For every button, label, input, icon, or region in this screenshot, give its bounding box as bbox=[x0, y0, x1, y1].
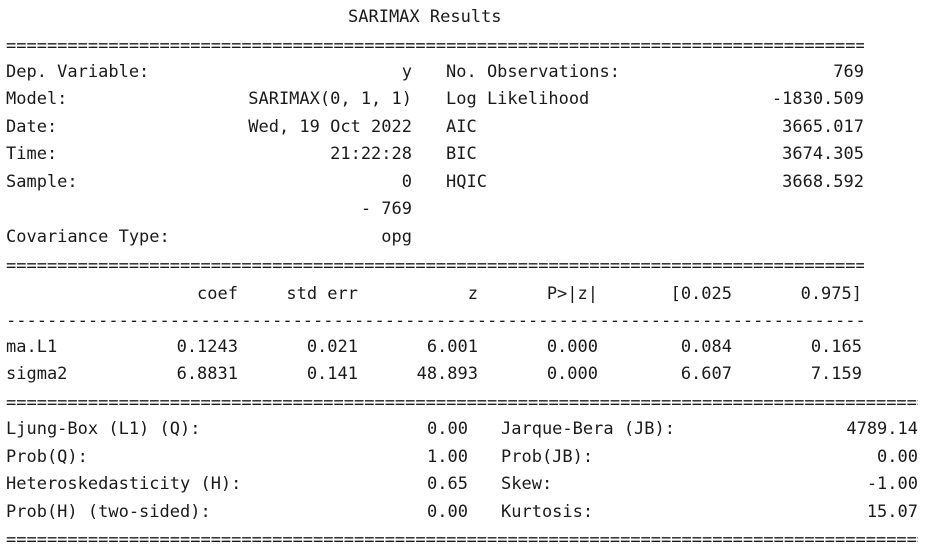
column-header: [0.025 bbox=[670, 284, 732, 304]
diagnostic-value: -1.00 bbox=[866, 474, 918, 494]
column-header: z bbox=[467, 284, 478, 304]
header-value: - 769 bbox=[360, 199, 412, 219]
diagnostic-value: 4789.14 bbox=[846, 419, 918, 439]
table-cell: 0.141 bbox=[306, 364, 358, 384]
diagnostic-label: Prob(JB): bbox=[501, 447, 594, 467]
table-cell: 6.8831 bbox=[176, 364, 238, 384]
separator-top: ========================================… bbox=[6, 36, 864, 56]
header-value: 3668.592 bbox=[782, 172, 864, 192]
diagnostic-label: Skew: bbox=[501, 474, 553, 494]
header-value: 769 bbox=[833, 62, 864, 82]
separator-coef-bottom: ========================================… bbox=[6, 393, 918, 413]
table-cell: 6.607 bbox=[680, 364, 732, 384]
column-header: P>|z| bbox=[546, 284, 598, 304]
header-label: Dep. Variable: bbox=[6, 62, 150, 82]
table-cell: 48.893 bbox=[416, 364, 478, 384]
header-value: opg bbox=[381, 227, 412, 247]
results-title: SARIMAX Results bbox=[348, 7, 502, 27]
separator-header-bottom: ========================================… bbox=[6, 256, 864, 276]
diagnostic-label: Prob(H) (two-sided): bbox=[6, 502, 211, 522]
diagnostic-label: Jarque-Bera (JB): bbox=[501, 419, 675, 439]
header-label: Sample: bbox=[6, 172, 78, 192]
diagnostic-label: Heteroskedasticity (H): bbox=[6, 474, 242, 494]
table-cell: 6.001 bbox=[426, 337, 478, 357]
row-name: sigma2 bbox=[6, 364, 68, 384]
separator-bottom: ========================================… bbox=[6, 530, 918, 550]
header-label: Date: bbox=[6, 117, 58, 137]
diagnostic-value: 0.00 bbox=[427, 419, 468, 439]
column-header: coef bbox=[197, 284, 238, 304]
table-cell: 0.000 bbox=[546, 364, 598, 384]
header-label: Model: bbox=[6, 89, 68, 109]
header-value: 3665.017 bbox=[782, 117, 864, 137]
table-cell: 0.021 bbox=[306, 337, 358, 357]
header-value: y bbox=[401, 62, 412, 82]
table-cell: 0.1243 bbox=[176, 337, 238, 357]
diagnostic-value: 0.65 bbox=[427, 474, 468, 494]
header-value: -1830.509 bbox=[771, 89, 864, 109]
table-cell: 0.000 bbox=[546, 337, 598, 357]
diagnostic-value: 0.00 bbox=[427, 502, 468, 522]
header-value: 21:22:28 bbox=[330, 144, 412, 164]
column-header: 0.975] bbox=[800, 284, 862, 304]
header-value: 3674.305 bbox=[782, 144, 864, 164]
row-name: ma.L1 bbox=[6, 337, 58, 357]
diagnostic-value: 1.00 bbox=[427, 447, 468, 467]
column-header: std err bbox=[286, 284, 358, 304]
header-label: HQIC bbox=[446, 172, 487, 192]
header-label: Time: bbox=[6, 144, 58, 164]
header-label: Log Likelihood bbox=[446, 89, 590, 109]
header-label: BIC bbox=[446, 144, 477, 164]
separator-columns: ----------------------------------------… bbox=[6, 311, 864, 331]
diagnostic-value: 0.00 bbox=[877, 447, 918, 467]
diagnostic-value: 15.07 bbox=[866, 502, 918, 522]
table-cell: 7.159 bbox=[810, 364, 862, 384]
diagnostic-label: Prob(Q): bbox=[6, 447, 88, 467]
table-cell: 0.165 bbox=[810, 337, 862, 357]
diagnostic-label: Ljung-Box (L1) (Q): bbox=[6, 419, 201, 439]
header-label: AIC bbox=[446, 117, 477, 137]
header-label: No. Observations: bbox=[446, 62, 620, 82]
diagnostic-label: Kurtosis: bbox=[501, 502, 594, 522]
header-value: 0 bbox=[401, 172, 412, 192]
header-value: SARIMAX(0, 1, 1) bbox=[248, 89, 412, 109]
table-cell: 0.084 bbox=[680, 337, 732, 357]
header-value: Wed, 19 Oct 2022 bbox=[248, 117, 412, 137]
